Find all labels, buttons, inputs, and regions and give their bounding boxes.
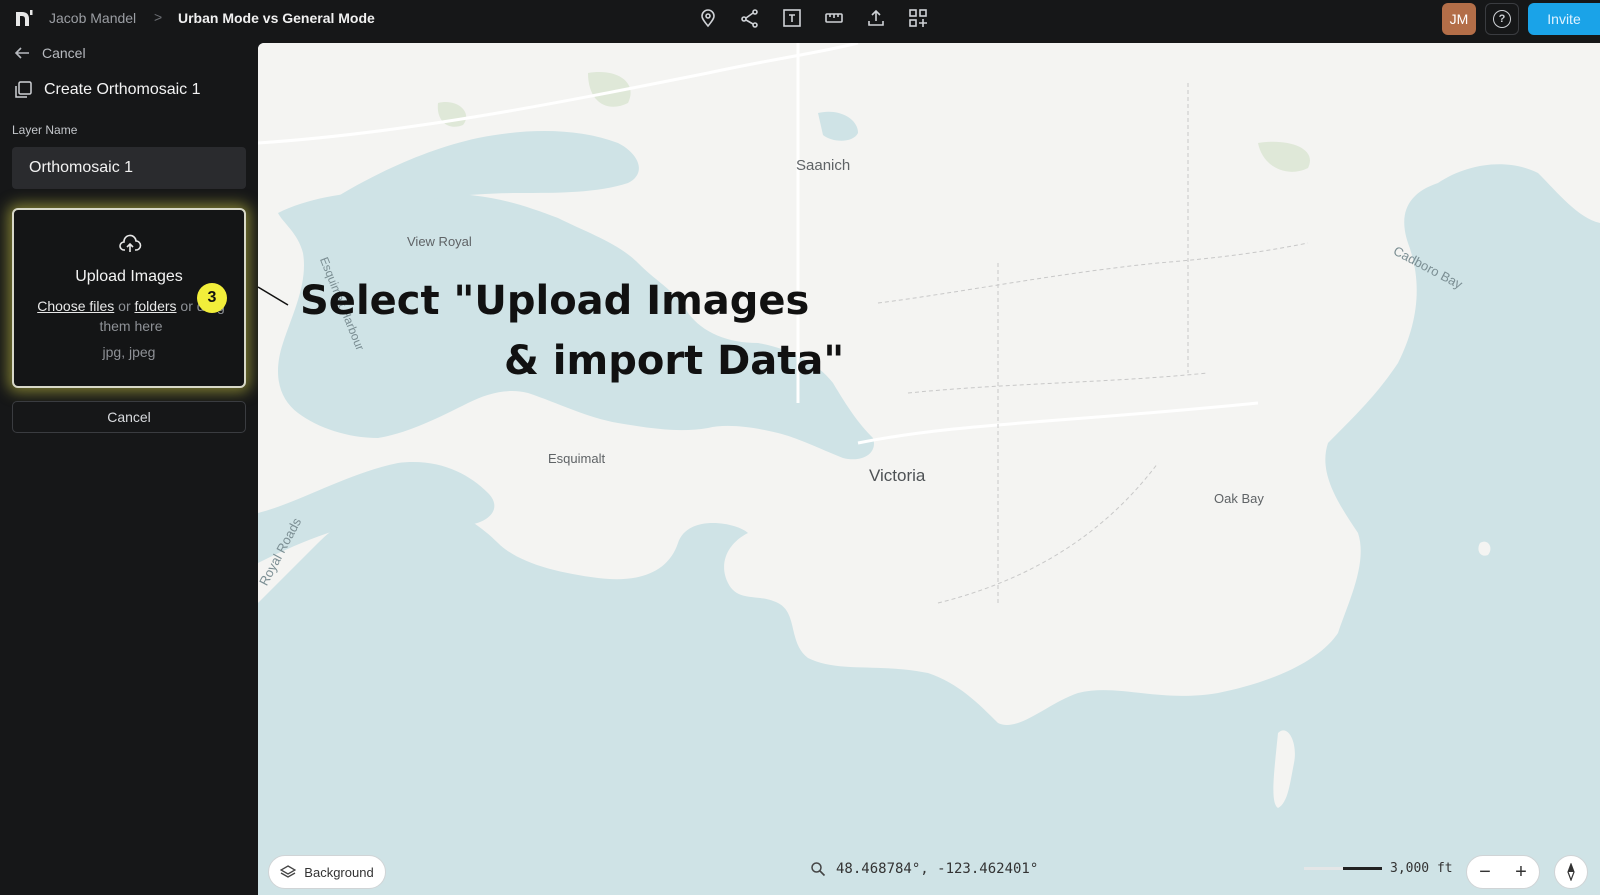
place-victoria: Victoria bbox=[869, 466, 926, 485]
layers-copy-icon bbox=[15, 81, 32, 98]
apps-grid-icon[interactable] bbox=[906, 6, 930, 30]
basemap bbox=[258, 43, 1600, 808]
breadcrumb-user[interactable]: Jacob Mandel bbox=[49, 10, 136, 26]
map-canvas[interactable]: Saanich View Royal Esquimalt Harbour Cad… bbox=[258, 43, 1600, 895]
place-view-royal: View Royal bbox=[407, 234, 472, 249]
annotation-line-1: Select "Upload Images bbox=[300, 278, 810, 324]
text-frame-icon[interactable] bbox=[780, 6, 804, 30]
upload-icon[interactable] bbox=[864, 6, 888, 30]
cloud-upload-icon bbox=[119, 234, 142, 252]
map-toolbar bbox=[696, 6, 930, 30]
place-oak-bay: Oak Bay bbox=[1214, 491, 1264, 506]
sidebar: Cancel Create Orthomosaic 1 Layer Name U… bbox=[0, 37, 258, 895]
app-logo-icon[interactable] bbox=[14, 8, 34, 28]
zoom-controls: − + bbox=[1466, 855, 1540, 889]
user-avatar[interactable]: JM bbox=[1442, 3, 1476, 35]
share-node-icon[interactable] bbox=[738, 6, 762, 30]
annotation-line-2: & import Data" bbox=[504, 338, 845, 384]
background-label: Background bbox=[304, 864, 374, 880]
place-saanich: Saanich bbox=[796, 157, 851, 174]
back-cancel-label: Cancel bbox=[42, 45, 86, 61]
arrow-left-icon bbox=[14, 47, 29, 59]
tutorial-annotation: Select "Upload Images & import Data" bbox=[300, 271, 844, 391]
layers-icon bbox=[280, 865, 297, 878]
layer-name-label: Layer Name bbox=[12, 123, 78, 137]
step-badge: 3 bbox=[197, 283, 227, 313]
scale-bar: 3,000 ft bbox=[1304, 861, 1453, 876]
cancel-button[interactable]: Cancel bbox=[12, 401, 246, 433]
compass-needle-icon bbox=[1567, 863, 1575, 881]
help-button[interactable]: ? bbox=[1485, 3, 1519, 35]
coordinate-readout[interactable]: 48.468784°, -123.462401° bbox=[810, 861, 1038, 877]
project-title[interactable]: Urban Mode vs General Mode bbox=[178, 10, 375, 26]
or-text: or bbox=[118, 298, 131, 314]
compass-button[interactable] bbox=[1554, 855, 1588, 889]
breadcrumb-separator-icon: > bbox=[154, 9, 163, 25]
place-esquimalt: Esquimalt bbox=[548, 451, 606, 466]
folders-link[interactable]: folders bbox=[135, 298, 177, 314]
location-pin-icon[interactable] bbox=[696, 6, 720, 30]
help-icon: ? bbox=[1493, 10, 1511, 28]
background-layer-button[interactable]: Background bbox=[268, 855, 386, 889]
top-bar: Jacob Mandel > Urban Mode vs General Mod… bbox=[0, 0, 1600, 37]
back-cancel-link[interactable]: Cancel bbox=[14, 45, 86, 61]
panel-title: Create Orthomosaic 1 bbox=[14, 81, 201, 99]
layer-name-input[interactable] bbox=[12, 147, 246, 189]
search-icon bbox=[811, 862, 826, 877]
panel-title-text: Create Orthomosaic 1 bbox=[44, 81, 201, 98]
invite-button[interactable]: Invite bbox=[1528, 3, 1600, 35]
choose-files-link[interactable]: Choose files bbox=[37, 298, 114, 314]
scale-bar-line bbox=[1304, 867, 1382, 870]
coordinates-text: 48.468784°, -123.462401° bbox=[836, 861, 1039, 877]
ruler-icon[interactable] bbox=[822, 6, 846, 30]
zoom-in-button[interactable]: + bbox=[1515, 861, 1527, 884]
accepted-file-types: jpg, jpeg bbox=[102, 344, 156, 360]
zoom-out-button[interactable]: − bbox=[1479, 861, 1491, 884]
scale-label: 3,000 ft bbox=[1390, 861, 1453, 876]
